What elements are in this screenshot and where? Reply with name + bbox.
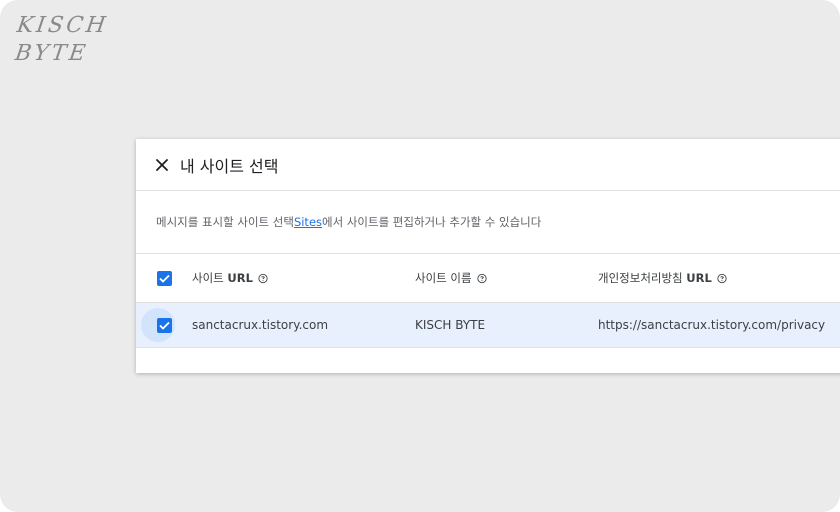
close-icon — [156, 158, 168, 171]
column-label: 사이트 이름 — [415, 271, 472, 285]
table-header-row: 사이트 URL 사이트 이름 개인정보처리방침 URL — [136, 254, 840, 303]
column-header-site-url: 사이트 URL — [192, 270, 268, 286]
check-icon — [158, 274, 170, 283]
site-url-cell: sanctacrux.tistory.com — [192, 318, 329, 332]
select-all-checkbox[interactable] — [156, 270, 172, 286]
help-button[interactable] — [258, 273, 268, 283]
help-button[interactable] — [717, 273, 727, 283]
help-circle-icon — [258, 273, 268, 283]
column-header-privacy-url: 개인정보처리방침 URL — [598, 270, 727, 286]
privacy-url-cell: https://sanctacrux.tistory.com/privacy — [598, 318, 826, 332]
check-icon — [158, 321, 170, 330]
watermark-logo: KISCH BYTE — [11, 12, 110, 68]
help-circle-icon — [717, 273, 727, 283]
table-row[interactable]: sanctacrux.tistory.com KISCH BYTE https:… — [136, 303, 840, 348]
column-label: 개인정보처리방침 — [598, 271, 683, 285]
site-select-dialog: 내 사이트 선택 메시지를 표시할 사이트 선택 Sites 에서 사이트를 편집… — [136, 139, 840, 373]
dialog-description: 메시지를 표시할 사이트 선택 Sites 에서 사이트를 편집하거나 추가할 수… — [136, 191, 840, 254]
site-name-cell: KISCH BYTE — [415, 318, 486, 332]
dialog-title: 내 사이트 선택 — [180, 156, 279, 176]
close-button[interactable] — [152, 155, 172, 175]
column-label-suffix: URL — [227, 271, 253, 285]
column-header-site-name: 사이트 이름 — [415, 270, 487, 286]
sites-link[interactable]: Sites — [294, 215, 322, 229]
column-label-suffix: URL — [686, 271, 712, 285]
row-select-cell — [136, 308, 192, 342]
help-button[interactable] — [476, 273, 487, 283]
description-prefix: 메시지를 표시할 사이트 선택 — [156, 215, 294, 229]
row-checkbox[interactable] — [156, 317, 172, 333]
watermark-line-1: KISCH — [15, 13, 111, 38]
dialog-header: 내 사이트 선택 — [136, 139, 840, 191]
column-label: 사이트 — [192, 271, 224, 285]
screenshot-frame: KISCH BYTE 내 사이트 선택 메시지를 표시할 사이트 선택 Site… — [0, 0, 840, 512]
watermark-line-2: BYTE — [13, 41, 90, 66]
help-circle-icon — [476, 273, 487, 283]
description-suffix: 에서 사이트를 편집하거나 추가할 수 있습니다 — [322, 215, 542, 229]
select-all-cell — [136, 270, 192, 286]
